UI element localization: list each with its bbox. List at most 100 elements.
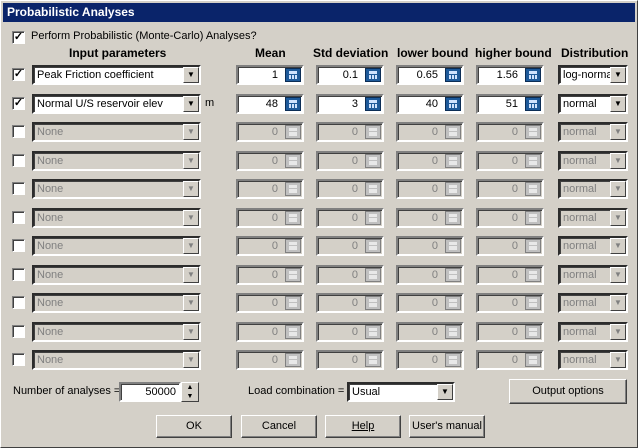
calculator-icon[interactable]: [285, 325, 301, 339]
calculator-icon[interactable]: [445, 268, 461, 282]
chevron-down-icon[interactable]: ▼: [183, 324, 199, 340]
mean-input[interactable]: 0: [236, 265, 304, 285]
calculator-icon[interactable]: [285, 182, 301, 196]
lower-bound-input[interactable]: 0: [396, 151, 464, 171]
calculator-icon[interactable]: [445, 125, 461, 139]
row-enabled-checkbox[interactable]: [12, 268, 25, 281]
users-manual-button[interactable]: User's manual: [409, 415, 485, 438]
higher-bound-input[interactable]: 0: [476, 179, 544, 199]
std-deviation-input[interactable]: 0: [316, 322, 384, 342]
chevron-down-icon[interactable]: ▼: [610, 352, 626, 368]
parameter-select[interactable]: None ▼: [32, 151, 201, 171]
std-deviation-input[interactable]: 0: [316, 350, 384, 370]
calculator-icon[interactable]: [445, 154, 461, 168]
std-deviation-input[interactable]: 0: [316, 179, 384, 199]
chevron-down-icon[interactable]: ▼: [183, 67, 199, 83]
calculator-icon[interactable]: [525, 182, 541, 196]
analyses-spinner[interactable]: ▲ ▼: [181, 382, 199, 402]
std-deviation-input[interactable]: 3: [316, 94, 384, 114]
std-deviation-input[interactable]: 0: [316, 293, 384, 313]
higher-bound-input[interactable]: 0: [476, 265, 544, 285]
distribution-select[interactable]: normal ▼: [558, 122, 628, 142]
calculator-icon[interactable]: [445, 211, 461, 225]
lower-bound-input[interactable]: 0.65: [396, 65, 464, 85]
help-button[interactable]: Help: [325, 415, 401, 438]
distribution-select[interactable]: normal ▼: [558, 179, 628, 199]
calculator-icon[interactable]: [285, 68, 301, 82]
chevron-down-icon[interactable]: ▼: [610, 181, 626, 197]
lower-bound-input[interactable]: 0: [396, 265, 464, 285]
mean-input[interactable]: 0: [236, 151, 304, 171]
calculator-icon[interactable]: [365, 325, 381, 339]
ok-button[interactable]: OK: [156, 415, 232, 438]
perform-analyses-checkbox[interactable]: ✓: [12, 31, 25, 44]
calculator-icon[interactable]: [525, 239, 541, 253]
mean-input[interactable]: 1: [236, 65, 304, 85]
calculator-icon[interactable]: [365, 125, 381, 139]
number-of-analyses-input[interactable]: 50000: [119, 382, 181, 402]
distribution-select[interactable]: normal ▼: [558, 322, 628, 342]
calculator-icon[interactable]: [285, 211, 301, 225]
lower-bound-input[interactable]: 0: [396, 322, 464, 342]
calculator-icon[interactable]: [525, 68, 541, 82]
mean-input[interactable]: 0: [236, 350, 304, 370]
calculator-icon[interactable]: [365, 353, 381, 367]
chevron-down-icon[interactable]: ▼: [183, 181, 199, 197]
chevron-down-icon[interactable]: ▼: [610, 153, 626, 169]
mean-input[interactable]: 0: [236, 208, 304, 228]
chevron-down-icon[interactable]: ▼: [183, 153, 199, 169]
distribution-select[interactable]: normal ▼: [558, 265, 628, 285]
chevron-down-icon[interactable]: ▼: [183, 238, 199, 254]
mean-input[interactable]: 0: [236, 179, 304, 199]
mean-input[interactable]: 0: [236, 293, 304, 313]
higher-bound-input[interactable]: 0: [476, 350, 544, 370]
mean-input[interactable]: 0: [236, 236, 304, 256]
calculator-icon[interactable]: [365, 268, 381, 282]
parameter-select[interactable]: None ▼: [32, 322, 201, 342]
calculator-icon[interactable]: [365, 97, 381, 111]
row-enabled-checkbox[interactable]: [12, 154, 25, 167]
calculator-icon[interactable]: [365, 154, 381, 168]
parameter-select[interactable]: Normal U/S reservoir elev ▼: [32, 94, 201, 114]
row-enabled-checkbox[interactable]: [12, 239, 25, 252]
higher-bound-input[interactable]: 1.56: [476, 65, 544, 85]
lower-bound-input[interactable]: 0: [396, 179, 464, 199]
chevron-down-icon[interactable]: ▼: [183, 295, 199, 311]
mean-input[interactable]: 48: [236, 94, 304, 114]
chevron-down-icon[interactable]: ▼: [183, 267, 199, 283]
distribution-select[interactable]: normal ▼: [558, 293, 628, 313]
distribution-select[interactable]: normal ▼: [558, 151, 628, 171]
std-deviation-input[interactable]: 0: [316, 122, 384, 142]
calculator-icon[interactable]: [525, 353, 541, 367]
higher-bound-input[interactable]: 0: [476, 236, 544, 256]
mean-input[interactable]: 0: [236, 322, 304, 342]
chevron-down-icon[interactable]: ▼: [183, 96, 199, 112]
spin-down-icon[interactable]: ▼: [182, 392, 198, 401]
distribution-select[interactable]: normal ▼: [558, 350, 628, 370]
calculator-icon[interactable]: [285, 97, 301, 111]
calculator-icon[interactable]: [285, 268, 301, 282]
chevron-down-icon[interactable]: ▼: [610, 124, 626, 140]
row-enabled-checkbox[interactable]: [12, 325, 25, 338]
higher-bound-input[interactable]: 0: [476, 293, 544, 313]
parameter-select[interactable]: None ▼: [32, 293, 201, 313]
row-enabled-checkbox[interactable]: [12, 182, 25, 195]
higher-bound-input[interactable]: 51: [476, 94, 544, 114]
mean-input[interactable]: 0: [236, 122, 304, 142]
calculator-icon[interactable]: [525, 296, 541, 310]
lower-bound-input[interactable]: 0: [396, 350, 464, 370]
calculator-icon[interactable]: [445, 68, 461, 82]
lower-bound-input[interactable]: 0: [396, 122, 464, 142]
calculator-icon[interactable]: [285, 239, 301, 253]
row-enabled-checkbox[interactable]: [12, 353, 25, 366]
std-deviation-input[interactable]: 0.1: [316, 65, 384, 85]
lower-bound-input[interactable]: 0: [396, 293, 464, 313]
chevron-down-icon[interactable]: ▼: [183, 124, 199, 140]
calculator-icon[interactable]: [445, 296, 461, 310]
parameter-select[interactable]: None ▼: [32, 179, 201, 199]
calculator-icon[interactable]: [445, 325, 461, 339]
distribution-select[interactable]: normal ▼: [558, 208, 628, 228]
std-deviation-input[interactable]: 0: [316, 265, 384, 285]
chevron-down-icon[interactable]: ▼: [183, 352, 199, 368]
calculator-icon[interactable]: [525, 154, 541, 168]
